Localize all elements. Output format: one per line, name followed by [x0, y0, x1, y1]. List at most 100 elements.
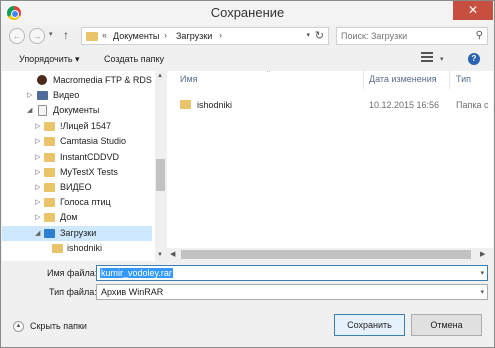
column-divider[interactable] — [449, 71, 450, 89]
chevron-right-icon[interactable]: › — [219, 30, 222, 40]
column-divider[interactable] — [363, 71, 364, 89]
chevron-down-icon[interactable]: ▾ — [480, 288, 484, 296]
tree-item-video[interactable]: ▷ Видео — [2, 88, 152, 103]
chevron-right-icon[interactable]: › — [164, 30, 167, 40]
file-name: ishodniki — [197, 100, 233, 110]
folder-icon — [44, 137, 55, 146]
save-button[interactable]: Сохранить — [334, 314, 405, 336]
scroll-down-icon[interactable]: ▼ — [157, 252, 163, 258]
forward-button[interactable]: → — [29, 28, 45, 44]
chevron-down-icon[interactable]: ▾ — [480, 269, 484, 277]
view-dropdown-icon[interactable]: ▾ — [440, 55, 444, 63]
view-options-icon[interactable] — [421, 52, 433, 64]
scroll-up-icon[interactable]: ▲ — [157, 73, 163, 79]
address-bar[interactable]: « Документы › Загрузки › ▾ ↻ — [81, 27, 329, 45]
tree-item-label: Голоса птиц — [60, 197, 111, 207]
search-box[interactable]: ⚲ — [336, 27, 488, 45]
column-header-name[interactable]: Имя — [180, 74, 198, 84]
file-list-scrollbar[interactable]: ◀ ▶ — [167, 248, 493, 261]
address-prefix[interactable]: « — [102, 30, 107, 40]
sort-indicator-icon: ^ — [267, 71, 270, 76]
file-date: 10.12.2015 16:56 — [369, 100, 440, 110]
hide-folders-label[interactable]: Скрыть папки — [30, 321, 87, 331]
address-dropdown-icon[interactable]: ▾ — [306, 31, 310, 39]
tree-item-video-folder[interactable]: ▷ ВИДЕО — [2, 180, 152, 195]
scroll-thumb[interactable] — [156, 159, 165, 191]
expand-icon[interactable]: ▷ — [35, 165, 40, 180]
file-type: Папка с — [456, 100, 489, 110]
column-header-type[interactable]: Тип — [456, 74, 471, 84]
cancel-button[interactable]: Отмена — [411, 314, 482, 336]
expand-icon[interactable]: ▷ — [35, 210, 40, 225]
tree-item-camtasia[interactable]: ▷ Camtasia Studio — [2, 134, 152, 149]
folder-icon — [52, 244, 63, 253]
tree-item-documents[interactable]: ◢ Документы — [2, 103, 152, 118]
recent-locations-dropdown[interactable]: ▾ — [49, 30, 53, 38]
back-button[interactable]: ← — [9, 28, 25, 44]
expand-icon[interactable]: ▷ — [35, 119, 40, 134]
chevron-up-icon[interactable]: ▲ — [13, 321, 24, 332]
organize-button[interactable]: Упорядочить ▾ — [19, 54, 80, 65]
search-input[interactable] — [341, 30, 461, 42]
filetype-select[interactable]: Архив WinRAR ▾ — [96, 284, 488, 300]
scroll-left-icon[interactable]: ◀ — [170, 250, 175, 258]
tree-item-label: MyTestX Tests — [60, 167, 118, 177]
tree-item-label: Загрузки — [60, 228, 97, 238]
folder-icon — [44, 153, 55, 162]
scroll-thumb[interactable] — [181, 250, 471, 259]
flash-icon — [37, 75, 47, 85]
filename-field[interactable]: kumir_vodoley.rar ▾ — [96, 265, 488, 281]
tree-item-label: Документы — [53, 105, 100, 115]
navigation-pane: Macromedia FTP & RDS ▷ Видео ◢ Документы… — [2, 71, 166, 261]
folder-icon — [86, 32, 98, 41]
video-icon — [37, 91, 48, 100]
up-button[interactable]: ↑ — [63, 28, 69, 42]
list-item[interactable]: ishodniki 10.12.2015 16:56 Папка с — [167, 97, 493, 113]
navigation-bar: ← → ▾ ↑ « Документы › Загрузки › ▾ ↻ ⚲ — [1, 25, 494, 47]
documents-icon — [38, 105, 47, 116]
tree-item-mytestx[interactable]: ▷ MyTestX Tests — [2, 165, 152, 180]
filename-label: Имя файла: — [47, 268, 98, 278]
tree-item-home[interactable]: ▷ Дом — [2, 210, 152, 225]
tree-item-label: Дом — [60, 212, 78, 222]
tree-item-label: Видео — [53, 90, 80, 100]
folder-icon — [44, 168, 55, 177]
tree-item-macromedia[interactable]: Macromedia FTP & RDS — [2, 73, 152, 88]
tree-item-label: Camtasia Studio — [60, 136, 127, 146]
expand-icon[interactable]: ▷ — [35, 134, 40, 149]
file-list: ^ Имя Дата изменения Тип ishodniki 10.12… — [167, 71, 493, 261]
nav-scrollbar[interactable]: ▲ ▼ — [155, 71, 166, 261]
refresh-icon[interactable]: ↻ — [315, 29, 324, 42]
breadcrumb-downloads[interactable]: Загрузки — [176, 31, 212, 41]
tree-item-label: !Лицей 1547 — [60, 121, 112, 131]
tree-item-licey[interactable]: ▷ !Лицей 1547 — [2, 119, 152, 134]
tree-item-label: ВИДЕО — [60, 182, 92, 192]
help-icon[interactable]: ? — [468, 53, 480, 65]
expand-icon[interactable]: ▷ — [27, 88, 32, 103]
search-icon[interactable]: ⚲ — [476, 30, 483, 41]
folder-icon — [44, 183, 55, 192]
scroll-right-icon[interactable]: ▶ — [480, 250, 485, 258]
breadcrumb-documents[interactable]: Документы — [113, 31, 159, 41]
column-header-date[interactable]: Дата изменения — [369, 74, 437, 84]
expand-icon[interactable]: ▷ — [35, 150, 40, 165]
new-folder-button[interactable]: Создать папку — [104, 54, 164, 64]
downloads-folder-icon — [44, 229, 55, 238]
folder-icon — [44, 213, 55, 222]
close-button[interactable]: ✕ — [453, 1, 493, 20]
toolbar: Упорядочить ▾ Создать папку ▾ ? — [1, 49, 494, 71]
filetype-value: Архив WinRAR — [101, 287, 164, 297]
tree-item-ishodniki[interactable]: ishodniki — [2, 241, 152, 256]
tree-item-downloads[interactable]: ◢ Загрузки — [2, 226, 152, 241]
tree-item-label: InstantCDDVD — [60, 152, 120, 162]
title-bar: Сохранение ✕ — [1, 1, 494, 25]
filetype-label: Тип файла: — [49, 287, 97, 297]
filename-value[interactable]: kumir_vodoley.rar — [100, 268, 173, 278]
collapse-icon[interactable]: ◢ — [35, 226, 40, 241]
expand-icon[interactable]: ▷ — [35, 195, 40, 210]
save-dialog: Сохранение ✕ ← → ▾ ↑ « Документы › Загру… — [0, 0, 495, 348]
expand-icon[interactable]: ▷ — [35, 180, 40, 195]
collapse-icon[interactable]: ◢ — [27, 103, 32, 118]
tree-item-instantcddvd[interactable]: ▷ InstantCDDVD — [2, 150, 152, 165]
tree-item-bird-voices[interactable]: ▷ Голоса птиц — [2, 195, 152, 210]
